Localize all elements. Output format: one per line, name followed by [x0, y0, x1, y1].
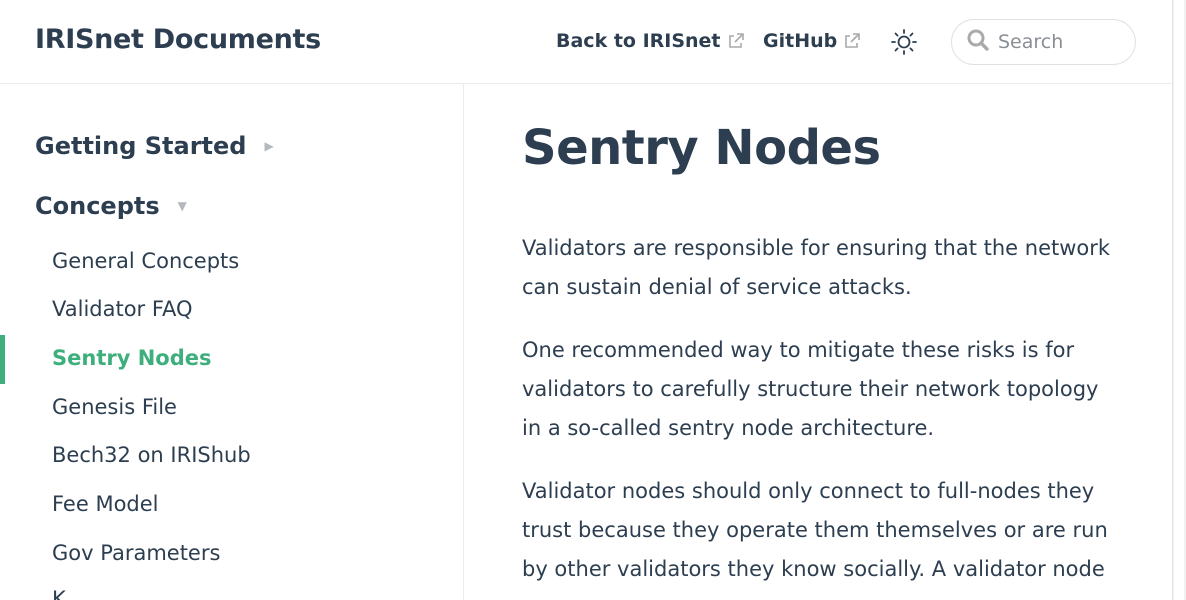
search-input[interactable] [998, 31, 1118, 53]
sidebar: Getting Started ▶ Concepts ▼ General Con… [0, 84, 464, 600]
page-title: Sentry Nodes [522, 120, 881, 176]
search-icon [966, 28, 990, 56]
chevron-down-icon: ▼ [177, 199, 187, 213]
sun-icon [890, 29, 918, 60]
sidebar-item-general-concepts[interactable]: General Concepts [52, 249, 239, 273]
external-link-icon [727, 32, 745, 50]
search-box[interactable] [951, 19, 1136, 65]
sidebar-item-partial[interactable]: K [52, 587, 66, 600]
sidebar-group-label: Getting Started [35, 132, 247, 160]
site-title[interactable]: IRISnet Documents [35, 24, 321, 55]
github-link[interactable]: GitHub [763, 30, 861, 52]
github-label: GitHub [763, 30, 838, 52]
theme-toggle-button[interactable] [890, 28, 918, 56]
sidebar-item-validator-faq[interactable]: Validator FAQ [52, 297, 193, 321]
sidebar-group-concepts[interactable]: Concepts ▼ [35, 192, 187, 220]
top-navbar: IRISnet Documents Back to IRISnet GitHub [0, 0, 1172, 84]
active-indicator [0, 335, 5, 384]
sidebar-item-fee-model[interactable]: Fee Model [52, 492, 159, 516]
paragraph: Validators are responsible for ensuring … [522, 236, 1111, 299]
back-to-irisnet-link[interactable]: Back to IRISnet [556, 30, 745, 52]
scrollbar-thumb[interactable] [1174, 0, 1184, 600]
external-link-icon [843, 32, 861, 50]
paragraph: One recommended way to mitigate these ri… [522, 338, 1099, 440]
chevron-right-icon: ▶ [264, 139, 274, 153]
sidebar-item-gov-parameters[interactable]: Gov Parameters [52, 541, 220, 565]
sidebar-group-getting-started[interactable]: Getting Started ▶ [35, 132, 274, 160]
paragraph: Validator nodes should only connect to f… [522, 479, 1108, 581]
sidebar-item-genesis-file[interactable]: Genesis File [52, 395, 177, 419]
sidebar-group-label: Concepts [35, 192, 160, 220]
sidebar-item-sentry-nodes[interactable]: Sentry Nodes [52, 346, 212, 370]
back-to-irisnet-label: Back to IRISnet [556, 30, 721, 52]
sidebar-item-bech32[interactable]: Bech32 on IRIShub [52, 443, 251, 467]
